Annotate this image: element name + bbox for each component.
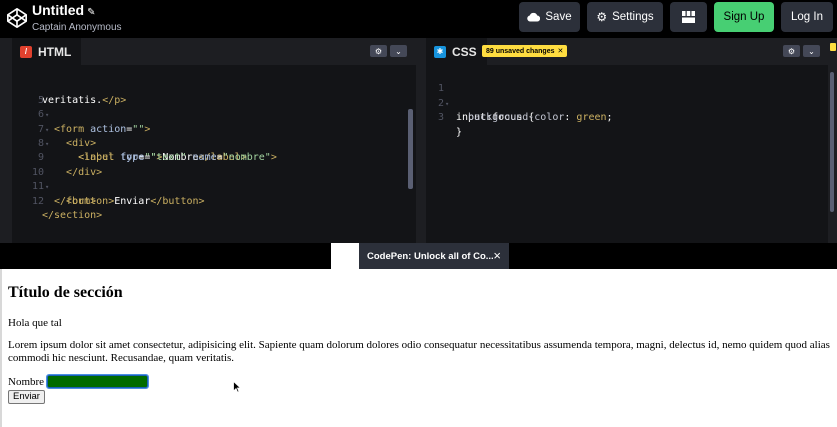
css-editor-scrollbar[interactable] <box>830 72 834 212</box>
line-number: 12 <box>31 195 44 207</box>
layout-button[interactable] <box>670 2 707 32</box>
toast-close-icon[interactable]: × <box>493 248 501 263</box>
close-icon[interactable]: ✕ <box>557 47 563 55</box>
unsaved-changes-badge[interactable]: 89 unsaved changes ✕ <box>482 45 568 57</box>
code-line: 2 background-color: green; <box>426 82 828 123</box>
html-slash-icon: / <box>20 45 32 58</box>
login-button[interactable]: Log In <box>781 2 833 32</box>
settings-label: Settings <box>612 11 654 23</box>
code-line: 11 </form> <box>12 166 416 206</box>
preview-greeting: Hola que tal <box>8 317 62 329</box>
css-collapse-chevron-down-icon[interactable]: ⌄ <box>803 45 820 57</box>
nombre-input[interactable] <box>46 374 149 389</box>
toast-image <box>331 243 359 269</box>
enviar-button[interactable]: Enviar <box>8 390 45 404</box>
toast-text: CodePen: Unlock all of Co... <box>367 250 494 262</box>
html-tab-bar: / HTML ⚙ ⌄ <box>12 38 416 65</box>
cloud-icon <box>527 12 541 22</box>
pen-title-text[interactable]: Untitled <box>32 2 84 18</box>
editor-area: / HTML ⚙ ⌄ veritatis.</p> 5 ▾ <form acti… <box>0 38 837 243</box>
code-text: background-color: green; <box>468 112 613 124</box>
line-number: 3 <box>437 112 444 124</box>
signup-button[interactable]: Sign Up <box>714 2 774 32</box>
mouse-cursor-icon <box>233 381 241 393</box>
code-text: </section> <box>42 210 103 221</box>
code-line: 12 </section> <box>12 180 416 221</box>
tab-html[interactable]: / HTML <box>12 38 82 65</box>
code-line: 5 ▾ <form action=""> <box>12 79 416 135</box>
code-line: 1 ▾ input:focus { <box>426 68 828 123</box>
top-header: Untitled ✎ Captain Anonymous Save ⚙ Setti… <box>0 0 837 38</box>
preview-heading: Título de sección <box>8 284 123 301</box>
code-line: 3 } <box>426 97 828 137</box>
gutter-badge <box>830 43 836 51</box>
html-settings-icon[interactable]: ⚙ <box>370 45 387 57</box>
layout-grid-icon <box>682 11 695 23</box>
html-editor-scrollbar[interactable] <box>408 109 413 189</box>
result-preview: Título de sección Hola que tal Lorem ips… <box>0 269 837 427</box>
settings-button[interactable]: ⚙ Settings <box>587 2 663 32</box>
tab-html-label: HTML <box>38 44 72 59</box>
code-line: 10 ▾ <button>Enviar</button> <box>12 151 416 207</box>
html-collapse-chevron-down-icon[interactable]: ⌄ <box>390 45 407 57</box>
code-line: 7 ▾ <label for="">Nombre</label> <box>12 108 416 164</box>
html-editor-panel: / HTML ⚙ ⌄ veritatis.</p> 5 ▾ <form acti… <box>12 38 416 243</box>
pencil-icon[interactable]: ✎ <box>87 7 95 18</box>
css-star-icon: ✱ <box>434 45 446 58</box>
pen-title-block: Untitled ✎ Captain Anonymous <box>32 2 122 34</box>
preview-paragraph: Lorem ipsum dolor sit amet consectetur, … <box>8 339 830 364</box>
right-gutter <box>828 38 837 243</box>
code-text: } <box>456 126 463 138</box>
code-text: </form> <box>54 195 97 207</box>
author-name: Captain Anonymous <box>32 22 122 33</box>
codepen-logo-icon[interactable] <box>6 7 28 29</box>
html-code-editor[interactable]: veritatis.</p> 5 ▾ <form action=""> 6 ▾ … <box>12 65 416 243</box>
code-line: 8 <input type="text" name="nombre"> <box>12 123 416 163</box>
code-line: 9 </div> <box>12 137 416 177</box>
tab-css[interactable]: ✱ CSS <box>426 38 487 65</box>
codepen-toast[interactable]: CodePen: Unlock all of Co... × <box>331 243 509 269</box>
save-button[interactable]: Save <box>519 2 580 32</box>
nombre-label: Nombre <box>8 376 45 388</box>
css-settings-icon[interactable]: ⚙ <box>783 45 800 57</box>
css-code-editor[interactable]: 1 ▾ input:focus { 2 background-color: gr… <box>426 65 828 243</box>
unsaved-changes-text: 89 unsaved changes <box>486 47 555 55</box>
gear-icon: ⚙ <box>596 10 608 24</box>
css-tab-bar: ✱ CSS 89 unsaved changes ✕ ⚙ ⌄ <box>426 38 828 65</box>
css-editor-panel: ✱ CSS 89 unsaved changes ✕ ⚙ ⌄ 1 ▾ input… <box>426 38 828 243</box>
code-line: 6 ▾ <div> <box>12 94 416 149</box>
save-label: Save <box>545 11 572 23</box>
pen-title[interactable]: Untitled ✎ <box>32 2 122 21</box>
code-line: veritatis.</p> <box>12 65 416 106</box>
tab-css-label: CSS <box>452 44 477 59</box>
